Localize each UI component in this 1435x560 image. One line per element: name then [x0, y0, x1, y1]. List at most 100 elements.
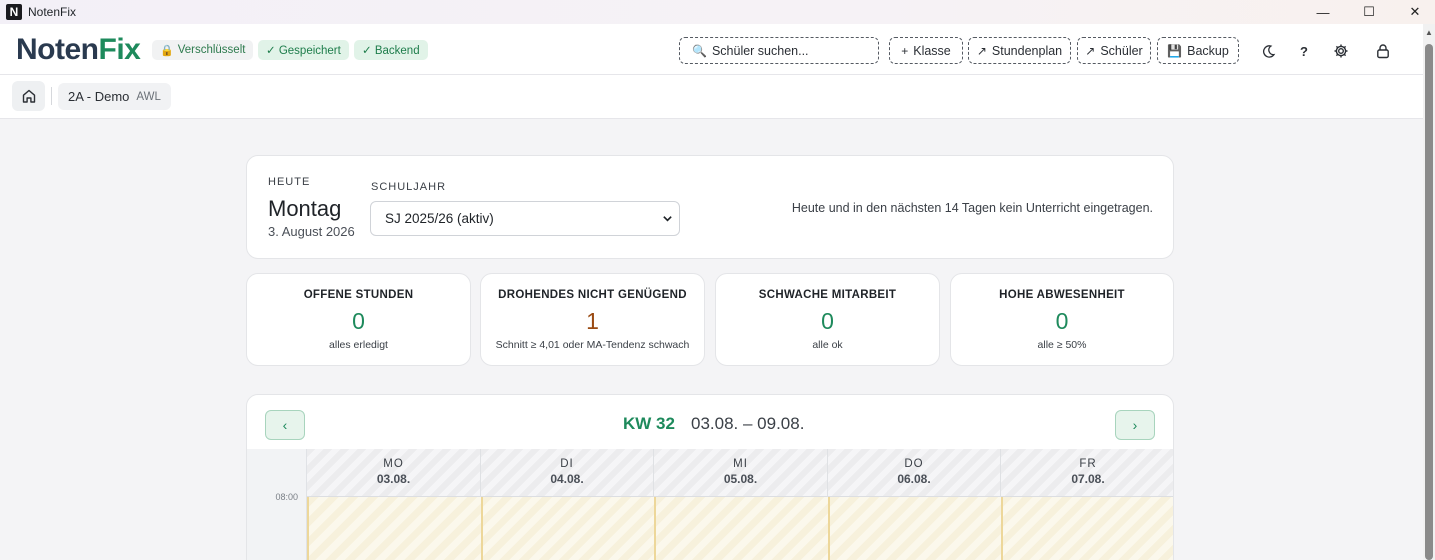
- home-button[interactable]: [12, 81, 45, 111]
- search-placeholder: Schüler suchen...: [711, 43, 809, 58]
- day-header-di: DI 04.08.: [481, 449, 654, 497]
- dark-mode-toggle[interactable]: [1256, 39, 1280, 63]
- search-icon: 🔍: [692, 43, 707, 58]
- prev-week-button[interactable]: ‹: [265, 410, 305, 440]
- maximize-button[interactable]: ☐: [1346, 0, 1392, 24]
- settings-button[interactable]: [1329, 39, 1353, 63]
- calendar-week: KW 32: [623, 414, 675, 433]
- stat-subtitle: alle ≥ 50%: [1037, 339, 1087, 351]
- today-message: Heute und in den nächsten 14 Tagen kein …: [791, 201, 1153, 215]
- stat-value: 0: [821, 308, 834, 334]
- arrow-icon: ↗: [976, 43, 987, 58]
- stat-high-absence[interactable]: HOHE ABWESENHEIT 0 alle ≥ 50%: [950, 273, 1174, 366]
- day-header-do: DO 06.08.: [828, 449, 1001, 497]
- day-name: MO: [383, 458, 404, 470]
- stat-title: DROHENDES NICHT GENÜGEND: [498, 289, 687, 301]
- breadcrumb-divider: [51, 87, 52, 105]
- next-week-button[interactable]: ›: [1115, 410, 1155, 440]
- day-name: DO: [904, 458, 924, 470]
- schoolyear-value: SJ 2025/26 (aktiv): [385, 211, 494, 226]
- day-date: 03.08.: [376, 472, 411, 486]
- timetable-label: Stundenplan: [991, 43, 1063, 58]
- day-header-mo: MO 03.08.: [307, 449, 481, 497]
- stat-subtitle: Schnitt ≥ 4,01 oder MA-Tendenz schwach: [495, 339, 690, 351]
- day-column-di[interactable]: [481, 497, 654, 560]
- app-header: NotenFix 🔒 Verschlüsselt ✓ Gespeichert ✓ …: [0, 24, 1423, 75]
- brand-part1: Noten: [16, 33, 99, 66]
- lock-app-button[interactable]: [1371, 39, 1395, 63]
- week-range: 03.08. – 09.08.: [691, 414, 805, 433]
- chevron-down-icon: [663, 216, 672, 222]
- time-column: 08:00: [247, 449, 307, 560]
- add-class-button[interactable]: + Klasse: [889, 37, 963, 64]
- stat-weak-participation[interactable]: SCHWACHE MITARBEIT 0 alle ok: [715, 273, 940, 366]
- class-name: 2A - Demo: [68, 89, 130, 104]
- unlock-icon: [1377, 44, 1389, 59]
- time-label: 08:00: [275, 492, 298, 502]
- today-weekday: Montag: [268, 196, 342, 221]
- backup-label: Backup: [1187, 43, 1229, 58]
- day-name: DI: [560, 458, 574, 470]
- stat-value: 1: [586, 308, 599, 334]
- today-label: HEUTE: [268, 176, 311, 188]
- scrollbar-thumb[interactable]: [1425, 44, 1433, 560]
- plus-icon: +: [901, 43, 909, 58]
- help-button[interactable]: ?: [1292, 39, 1316, 63]
- lock-icon: 🔒: [160, 44, 174, 57]
- day-name: MI: [733, 458, 748, 470]
- window-title: NotenFix: [28, 5, 77, 19]
- day-column-fr[interactable]: [1001, 497, 1173, 560]
- search-input[interactable]: 🔍 Schüler suchen...: [679, 37, 879, 64]
- students-button[interactable]: ↗ Schüler: [1077, 37, 1151, 64]
- chevron-left-icon: ‹: [282, 417, 288, 433]
- stat-subtitle: alles erledigt: [329, 339, 388, 351]
- schoolyear-select[interactable]: SJ 2025/26 (aktiv): [370, 201, 680, 236]
- home-icon: [22, 89, 35, 103]
- add-class-label: Klasse: [913, 43, 951, 58]
- day-column-mo[interactable]: [307, 497, 481, 560]
- students-label: Schüler: [1100, 43, 1143, 58]
- calendar-grid: 08:00 MO 03.08. DI 04.08. MI 05.08. DO 0…: [247, 449, 1173, 560]
- stat-title: SCHWACHE MITARBEIT: [758, 289, 897, 301]
- schoolyear-label: SCHULJAHR: [371, 181, 447, 193]
- stat-value: 0: [352, 308, 365, 334]
- stat-value: 0: [1055, 308, 1069, 334]
- window-titlebar: N NotenFix — ☐ ✕: [0, 0, 1435, 24]
- encrypted-label: Verschlüsselt: [177, 44, 246, 56]
- week-calendar: ‹ KW 32 03.08. – 09.08. › 08:00 MO 03.08…: [246, 394, 1174, 560]
- stat-subtitle: alle ok: [812, 339, 843, 351]
- day-date: 05.08.: [723, 472, 758, 486]
- app-logo-icon: N: [6, 4, 22, 20]
- encrypted-badge: 🔒 Verschlüsselt: [152, 40, 254, 60]
- day-column-mi[interactable]: [654, 497, 828, 560]
- breadcrumb: 2A - Demo AWL: [0, 75, 1423, 119]
- day-name: FR: [1079, 458, 1097, 470]
- stat-open-lessons[interactable]: OFFENE STUNDEN 0 alles erledigt: [246, 273, 471, 366]
- scroll-up-icon[interactable]: ▲: [1423, 28, 1435, 40]
- day-header-mi: MI 05.08.: [654, 449, 828, 497]
- brand-part2: Fix: [98, 33, 141, 66]
- gear-icon: [1334, 44, 1348, 58]
- breadcrumb-class[interactable]: 2A - Demo AWL: [58, 83, 171, 110]
- day-date: 04.08.: [550, 472, 584, 486]
- today-date: 3. August 2026: [268, 224, 355, 239]
- saved-badge: ✓ Gespeichert: [258, 40, 349, 60]
- arrow-icon: ↗: [1085, 43, 1096, 58]
- brand-logo[interactable]: NotenFix: [16, 33, 141, 67]
- day-column-do[interactable]: [828, 497, 1001, 560]
- day-header-fr: FR 07.08.: [1001, 449, 1173, 497]
- close-button[interactable]: ✕: [1392, 0, 1435, 24]
- backup-button[interactable]: 💾 Backup: [1157, 37, 1239, 64]
- today-card: HEUTE Montag 3. August 2026 SCHULJAHR SJ…: [246, 155, 1174, 259]
- stat-title: OFFENE STUNDEN: [303, 289, 414, 301]
- timetable-button[interactable]: ↗ Stundenplan: [968, 37, 1071, 64]
- minimize-button[interactable]: —: [1300, 0, 1346, 24]
- day-date: 07.08.: [1071, 472, 1105, 486]
- chevron-right-icon: ›: [1132, 417, 1138, 433]
- backend-badge: ✓ Backend: [354, 40, 428, 60]
- day-date: 06.08.: [897, 472, 931, 486]
- moon-icon: [1262, 44, 1275, 58]
- subject-label: AWL: [136, 90, 161, 103]
- stat-title: HOHE ABWESENHEIT: [999, 289, 1125, 301]
- stat-failing-risk[interactable]: DROHENDES NICHT GENÜGEND 1 Schnitt ≥ 4,0…: [480, 273, 705, 366]
